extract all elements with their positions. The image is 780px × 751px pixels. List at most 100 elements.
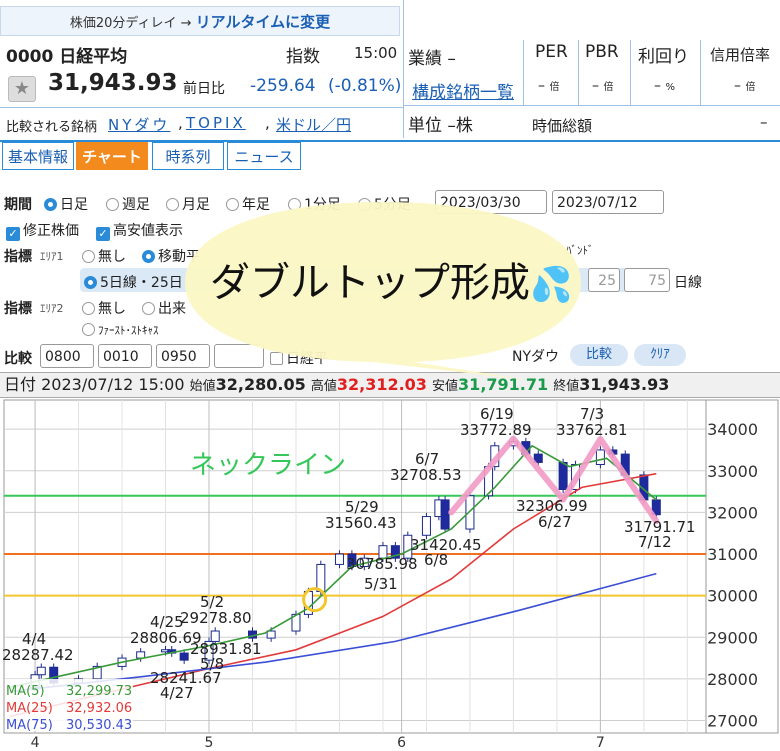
candle-body bbox=[595, 449, 605, 466]
period-weekly[interactable]: 週足 bbox=[106, 194, 150, 214]
price-label: 33772.89 bbox=[460, 421, 532, 439]
y-tick-label: 32000 bbox=[707, 503, 758, 522]
tab-basic-info[interactable]: 基本情報 bbox=[2, 142, 74, 170]
check-icon: ✓ bbox=[6, 227, 20, 241]
legend-value: 32,299.73 bbox=[66, 684, 132, 699]
area1-label: ｴﾘｱ1 bbox=[40, 250, 64, 263]
realtime-link[interactable]: リアルタイムに変更 bbox=[196, 13, 331, 31]
radio-icon bbox=[142, 250, 155, 263]
candle-body bbox=[465, 495, 475, 530]
candle-body bbox=[316, 563, 326, 592]
divider bbox=[523, 40, 524, 105]
constituents-link[interactable]: 構成銘柄一覧 bbox=[412, 78, 514, 103]
metric-pbr-label: PBR bbox=[585, 42, 619, 62]
area2-fast-stochastics[interactable]: ﾌｧｰｽﾄ･ｽﾄｷｬｽ bbox=[82, 322, 159, 338]
legend-value: 32,932.06 bbox=[66, 701, 132, 716]
area1-none[interactable]: 無し bbox=[82, 246, 126, 266]
price-label: 32708.53 bbox=[390, 466, 462, 484]
check-icon: ✓ bbox=[96, 227, 110, 241]
market-cap-label: 時価総額 bbox=[532, 117, 593, 135]
metric-yield-label: 利回り bbox=[638, 47, 689, 67]
ma-input-25[interactable]: 25 bbox=[588, 268, 620, 292]
compare-label: 比較される銘柄 bbox=[6, 120, 98, 135]
ma-input-75[interactable]: 75 bbox=[624, 268, 670, 292]
period-daily[interactable]: 日足 bbox=[44, 194, 88, 214]
price-label: 31560.43 bbox=[325, 514, 397, 532]
unit-label: 単位 –株 bbox=[408, 116, 473, 136]
tab-time-series[interactable]: 時系列 bbox=[152, 142, 224, 170]
ma-unit-label: 日線 bbox=[674, 275, 702, 291]
legend-name: MA(75) bbox=[6, 718, 53, 733]
compare-link-topix[interactable]: TOPIX bbox=[186, 114, 246, 132]
close-value: 31,943.93 bbox=[579, 375, 670, 394]
radio-icon bbox=[82, 250, 95, 263]
y-tick-label: 33000 bbox=[707, 462, 758, 481]
area2-volume[interactable]: 出来 bbox=[142, 298, 186, 318]
radio-icon bbox=[142, 302, 155, 315]
delay-notice: 株価20分ディレイ → リアルタイムに変更 bbox=[0, 6, 400, 36]
price-label: 6/8 bbox=[424, 551, 448, 569]
price-label: 29278.80 bbox=[180, 609, 252, 627]
price-label: 4/27 bbox=[160, 684, 194, 702]
high-label: 高値 bbox=[310, 379, 337, 394]
divider bbox=[630, 40, 631, 105]
legend-value: 30,530.43 bbox=[66, 718, 132, 733]
current-price: 31,943.93 bbox=[48, 70, 178, 96]
sweat-drops-icon: 💦 bbox=[530, 265, 573, 305]
x-tick-label: 7 bbox=[596, 735, 605, 751]
tab-news[interactable]: ニュース bbox=[227, 142, 301, 170]
price-label: 28287.42 bbox=[2, 646, 74, 664]
compare-code-1[interactable]: 0800 bbox=[40, 344, 94, 368]
radio-icon bbox=[84, 276, 97, 289]
y-tick-label: 31000 bbox=[707, 545, 758, 564]
indicator-label-1: 指標 bbox=[4, 249, 32, 265]
high-low-checkbox[interactable]: ✓ 高安値表示 bbox=[96, 220, 183, 241]
star-icon[interactable]: ★ bbox=[8, 76, 36, 102]
delay-text: 株価20分ディレイ → bbox=[69, 16, 196, 31]
candle-body bbox=[136, 651, 146, 659]
metric-pbr-value: – 倍 bbox=[592, 78, 614, 94]
price-label: 33762.81 bbox=[556, 421, 628, 439]
change-percent: (-0.81%) bbox=[328, 76, 402, 96]
indicator-label-2: 指標 bbox=[4, 301, 32, 317]
y-tick-label: 34000 bbox=[707, 420, 758, 439]
bubble-text: ダブルトップ形成💦 bbox=[210, 260, 573, 306]
y-tick-label: 29000 bbox=[707, 628, 758, 647]
tab-chart[interactable]: チャート bbox=[76, 142, 148, 170]
price-label: 7/12 bbox=[638, 533, 672, 551]
candle-body bbox=[558, 461, 568, 490]
candle-body bbox=[421, 516, 431, 536]
legend-name: MA(25) bbox=[6, 701, 53, 716]
period-label: 期間 bbox=[4, 197, 32, 213]
radio-icon bbox=[44, 198, 57, 211]
ma-legend: MA(5) 32,299.73 MA(25) 32,932.06 MA(75) 30,53… bbox=[5, 679, 133, 733]
candle-body bbox=[36, 666, 46, 676]
adjusted-checkbox[interactable]: ✓ 修正株価 bbox=[6, 220, 79, 241]
y-tick-label: 30000 bbox=[707, 587, 758, 606]
compare-link-usdjpy[interactable]: 米ドル／円 bbox=[276, 114, 351, 135]
price-label: 6/27 bbox=[538, 513, 572, 531]
radio-icon bbox=[106, 198, 119, 211]
date-value: 2023/07/12 15:00 bbox=[41, 375, 185, 394]
quote-header: 株価20分ディレイ → リアルタイムに変更 0000 日経平均 指数 15:00… bbox=[0, 0, 780, 142]
change-value: -259.64 bbox=[250, 76, 316, 96]
quote-time: 15:00 bbox=[354, 44, 398, 62]
metric-yield-value: – % bbox=[654, 78, 675, 94]
low-label: 安値 bbox=[432, 379, 459, 394]
clear-button[interactable]: ｸﾘｱ bbox=[634, 344, 686, 366]
candle-body bbox=[266, 630, 276, 639]
metric-margin-value: – 倍 bbox=[734, 78, 756, 94]
area2-none[interactable]: 無し bbox=[82, 298, 126, 318]
divider bbox=[700, 40, 701, 105]
radio-icon bbox=[82, 323, 95, 336]
metric-per-value: – 倍 bbox=[538, 78, 560, 94]
compare-code-2[interactable]: 0010 bbox=[98, 344, 152, 368]
metric-per-label: PER bbox=[535, 42, 568, 62]
area2-label: ｴﾘｱ2 bbox=[40, 302, 64, 315]
metric-margin-label: 信用倍率 bbox=[710, 46, 771, 64]
ma-periods-option[interactable]: 5日線・25日 bbox=[84, 272, 183, 292]
compare-link-nydow[interactable]: NYダウ bbox=[108, 114, 170, 135]
divider bbox=[0, 107, 403, 108]
neckline-label: ネックライン bbox=[190, 451, 346, 481]
sector-label: 業績 – bbox=[408, 49, 456, 69]
